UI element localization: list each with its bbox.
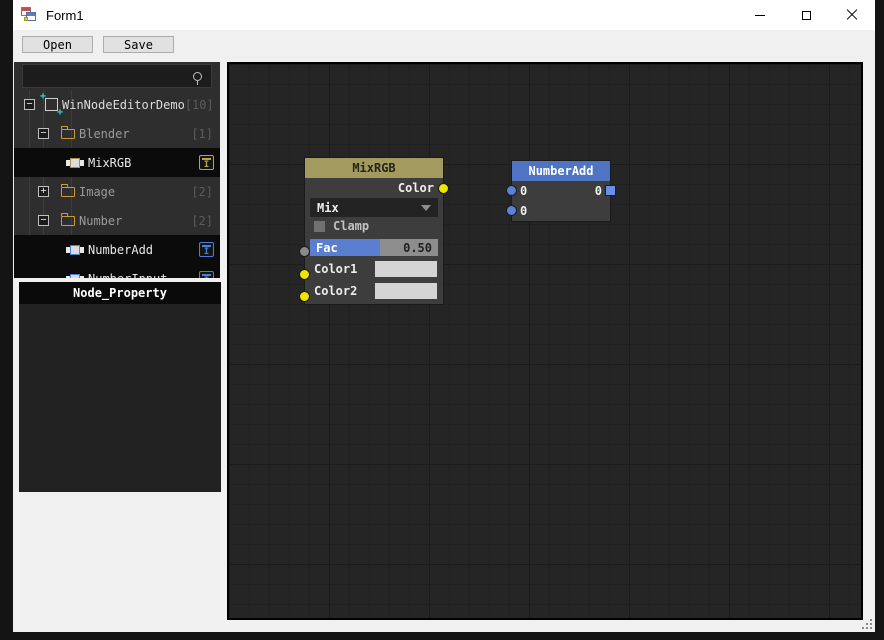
collapse-icon[interactable]: − <box>24 99 35 110</box>
color2-swatch[interactable] <box>375 283 437 299</box>
tree-item-label: Image <box>79 184 116 199</box>
chevron-down-icon <box>421 204 431 211</box>
output-label: Color <box>397 181 434 195</box>
minimize-button[interactable] <box>737 0 783 30</box>
tree-item-label: NumberInput <box>88 272 167 279</box>
input-label: Color2 <box>314 284 358 298</box>
color2-input-socket[interactable] <box>299 291 310 302</box>
tree-item-winnodeeditordemo[interactable]: − WinNodeEditorDemo [10] <box>14 90 220 119</box>
color1-input-socket[interactable] <box>299 269 310 280</box>
node-editor-canvas[interactable]: MixRGB Color Mix Clamp Fac 0.50 Color1 C <box>227 62 863 620</box>
node-icon <box>66 273 84 278</box>
output-value: 0 <box>594 184 602 198</box>
tree-item-number[interactable]: − Number [2] <box>14 206 220 235</box>
title-bar: Form1 <box>13 0 875 30</box>
node-mixrgb[interactable]: MixRGB Color Mix Clamp Fac 0.50 Color1 C <box>299 158 449 304</box>
tree-item-label: Blender <box>79 126 130 141</box>
clamp-row: Clamp <box>305 217 443 235</box>
node-type-badge-icon <box>199 242 214 257</box>
tree-item-count: [2] <box>191 213 213 228</box>
number-input-socket-1[interactable] <box>506 185 517 196</box>
tree-item-label: NumberAdd <box>88 242 154 257</box>
input-row-color1: Color1 <box>305 259 443 279</box>
clamp-label: Clamp <box>333 219 370 233</box>
expand-icon[interactable]: + <box>38 186 49 197</box>
window-title: Form1 <box>46 7 84 23</box>
collapse-icon[interactable]: − <box>38 215 49 226</box>
folder-icon <box>61 126 75 139</box>
input-row-2: 0 <box>512 201 610 221</box>
color-output-socket[interactable] <box>438 183 449 194</box>
open-button[interactable]: Open <box>22 36 93 53</box>
tree-item-mixrgb[interactable]: MixRGB <box>14 148 220 177</box>
node-type-badge-icon <box>199 155 214 170</box>
maximize-icon <box>801 10 811 20</box>
input-value: 0 <box>520 204 528 218</box>
node-property-panel: Node_Property <box>19 282 221 492</box>
color1-swatch[interactable] <box>375 261 437 277</box>
save-button[interactable]: Save <box>103 36 174 53</box>
tree-item-image[interactable]: + Image [2] <box>14 177 220 206</box>
blend-mode-dropdown[interactable]: Mix <box>310 198 438 217</box>
node-property-header: Node_Property <box>19 282 221 304</box>
maximize-button[interactable] <box>783 0 829 30</box>
close-icon <box>846 9 858 21</box>
output-row-color: Color <box>305 178 443 198</box>
tree-item-label: WinNodeEditorDemo <box>62 97 185 112</box>
tree-item-numberinput[interactable]: NumberInput <box>14 264 220 278</box>
app-window: Form1 Open Save − WinNodeEditorDemo [10] <box>13 0 875 632</box>
collapse-icon[interactable]: − <box>38 128 49 139</box>
fac-input-socket[interactable] <box>299 246 310 257</box>
folder-icon <box>61 184 75 197</box>
app-icon <box>21 7 37 23</box>
fac-slider-value: 0.50 <box>380 239 438 256</box>
tree-item-count: [10] <box>184 97 214 112</box>
node-numberadd[interactable]: NumberAdd 0 0 0 <box>506 161 616 221</box>
close-button[interactable] <box>829 0 875 30</box>
clamp-checkbox[interactable] <box>314 220 325 232</box>
dropdown-value: Mix <box>317 200 339 215</box>
resize-grip[interactable] <box>862 619 872 629</box>
fac-slider[interactable]: Fac 0.50 <box>310 239 438 256</box>
input-row-1: 0 0 <box>512 181 610 201</box>
tree-item-count: [2] <box>191 184 213 199</box>
tree-item-label: Number <box>79 213 123 228</box>
tree-item-numberadd[interactable]: NumberAdd <box>14 235 220 264</box>
tree-view: − WinNodeEditorDemo [10] − Blender [1] M… <box>14 90 220 278</box>
search-box[interactable] <box>22 64 212 88</box>
project-icon <box>40 91 63 118</box>
magnifier-icon <box>193 71 202 85</box>
node-type-badge-icon <box>199 271 214 278</box>
node-header[interactable]: MixRGB <box>305 158 443 178</box>
input-value: 0 <box>520 184 528 198</box>
toolbar: Open Save <box>13 30 875 58</box>
number-input-socket-2[interactable] <box>506 205 517 216</box>
node-tree-panel: − WinNodeEditorDemo [10] − Blender [1] M… <box>14 62 220 278</box>
tree-item-count: [1] <box>191 126 213 141</box>
fac-slider-fill: Fac <box>310 239 381 256</box>
node-icon <box>66 244 84 255</box>
minimize-icon <box>755 14 765 16</box>
folder-icon <box>61 213 75 226</box>
search-input[interactable] <box>23 65 193 87</box>
tree-item-blender[interactable]: − Blender [1] <box>14 119 220 148</box>
tree-item-label: MixRGB <box>88 155 132 170</box>
input-label: Color1 <box>314 262 358 276</box>
number-output-socket[interactable] <box>605 185 616 196</box>
node-header[interactable]: NumberAdd <box>512 161 610 181</box>
node-icon <box>66 157 84 168</box>
input-row-color2: Color2 <box>305 281 443 301</box>
